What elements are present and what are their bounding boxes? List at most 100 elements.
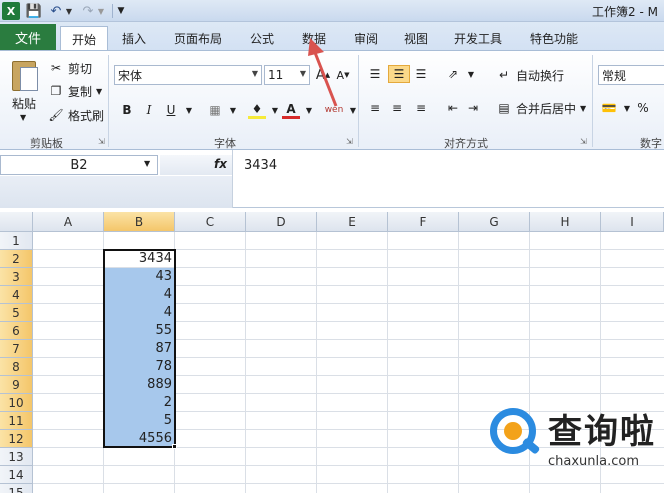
- watermark-url: chaxunla.com: [548, 454, 639, 469]
- alignment-group-label: 对齐方式: [444, 137, 488, 150]
- tab-review[interactable]: 审阅: [344, 26, 388, 50]
- currency-icon[interactable]: 💳: [600, 99, 618, 117]
- row-header-5[interactable]: 5: [0, 304, 33, 322]
- copy-button[interactable]: ❐ 复制 ▼: [48, 82, 103, 100]
- column-header-g[interactable]: G: [459, 212, 530, 232]
- row-header-11[interactable]: 11: [0, 412, 33, 430]
- logo-dot-icon: [504, 422, 522, 440]
- name-box-dropdown-icon[interactable]: ▼: [144, 159, 150, 168]
- column-header-i[interactable]: I: [601, 212, 664, 232]
- font-launcher-icon[interactable]: ⇲: [346, 137, 353, 146]
- undo-dropdown-icon[interactable]: ▼: [64, 2, 74, 20]
- clipboard-launcher-icon[interactable]: ⇲: [98, 137, 105, 146]
- fill-color-icon[interactable]: ♦: [248, 101, 266, 119]
- row-header-12[interactable]: 12: [0, 430, 33, 448]
- wrap-text-button[interactable]: ↵ 自动换行: [496, 66, 564, 84]
- undo-icon[interactable]: ↶: [48, 2, 64, 20]
- tab-formulas[interactable]: 公式: [240, 26, 284, 50]
- column-header-e[interactable]: E: [317, 212, 388, 232]
- row-header-3[interactable]: 3: [0, 268, 33, 286]
- selection-border: [103, 249, 176, 448]
- orientation-dropdown-icon[interactable]: ▼: [462, 65, 480, 83]
- name-box[interactable]: B2: [0, 155, 158, 175]
- paste-dropdown-icon[interactable]: ▼: [20, 113, 26, 122]
- border-icon[interactable]: ▦: [206, 101, 224, 119]
- formula-input[interactable]: 3434: [244, 158, 277, 173]
- tab-page-layout[interactable]: 页面布局: [166, 26, 230, 50]
- align-center-icon[interactable]: ≡: [388, 99, 406, 117]
- row-header-2[interactable]: 2: [0, 250, 33, 268]
- number-group-label: 数字: [640, 137, 662, 150]
- magnifier-handle-icon: [521, 437, 541, 455]
- row-header-10[interactable]: 10: [0, 394, 33, 412]
- grid-line: [387, 232, 388, 493]
- tab-insert[interactable]: 插入: [112, 26, 156, 50]
- tab-view[interactable]: 视图: [396, 26, 436, 50]
- grid-line: [316, 232, 317, 493]
- group-separator: [108, 55, 109, 147]
- column-header-h[interactable]: H: [530, 212, 601, 232]
- tab-developer[interactable]: 开发工具: [446, 26, 510, 50]
- align-bottom-icon[interactable]: ☰: [412, 65, 430, 83]
- column-header-f[interactable]: F: [388, 212, 459, 232]
- row-header-8[interactable]: 8: [0, 358, 33, 376]
- merge-center-label: 合并后居中: [516, 101, 577, 116]
- row-header-15[interactable]: 15: [0, 484, 33, 493]
- annotation-arrow-icon: [308, 38, 338, 107]
- select-all-corner[interactable]: [0, 212, 33, 232]
- format-painter-button[interactable]: 🖌 格式刷: [48, 106, 104, 124]
- row-header-4[interactable]: 4: [0, 286, 33, 304]
- bold-button[interactable]: B: [118, 101, 136, 119]
- wrap-text-icon: ↵: [498, 68, 510, 82]
- grid-line: [245, 232, 246, 493]
- underline-button[interactable]: U: [162, 101, 180, 119]
- row-header-9[interactable]: 9: [0, 376, 33, 394]
- tab-special-features[interactable]: 特色功能: [522, 26, 586, 50]
- copy-dropdown-icon[interactable]: ▼: [96, 87, 102, 96]
- align-left-icon[interactable]: ≡: [366, 99, 384, 117]
- row-header-14[interactable]: 14: [0, 466, 33, 484]
- merge-dropdown-icon[interactable]: ▼: [580, 104, 586, 113]
- font-size-value: 11: [268, 68, 284, 82]
- watermark-title: 查询啦: [548, 412, 656, 452]
- formula-bar: B2 ▼ fx 3434: [0, 150, 664, 208]
- font-color-button[interactable]: A: [282, 101, 300, 119]
- column-header-d[interactable]: D: [246, 212, 317, 232]
- fill-handle[interactable]: [172, 444, 177, 449]
- row-header-1[interactable]: 1: [0, 232, 33, 250]
- align-right-icon[interactable]: ≡: [412, 99, 430, 117]
- insert-function-button[interactable]: fx: [214, 157, 227, 171]
- paste-label[interactable]: 粘贴: [12, 95, 36, 112]
- align-middle-icon[interactable]: ☰: [388, 65, 410, 83]
- row-header-6[interactable]: 6: [0, 322, 33, 340]
- number-format-combo[interactable]: 常规: [598, 65, 664, 85]
- increase-indent-icon[interactable]: ⇥: [464, 99, 482, 117]
- redo-dropdown-icon[interactable]: ▼: [96, 2, 106, 20]
- row-header-13[interactable]: 13: [0, 448, 33, 466]
- border-dropdown-icon[interactable]: ▼: [224, 101, 242, 119]
- row-header-7[interactable]: 7: [0, 340, 33, 358]
- cut-button[interactable]: ✂ 剪切: [48, 59, 92, 77]
- orientation-icon[interactable]: ⇗: [444, 65, 462, 83]
- column-header-a[interactable]: A: [33, 212, 104, 232]
- merge-center-button[interactable]: ▤ 合并后居中 ▼: [496, 99, 586, 117]
- alignment-launcher-icon[interactable]: ⇲: [580, 137, 587, 146]
- percent-button[interactable]: %: [634, 99, 652, 117]
- excel-logo-icon[interactable]: X: [2, 2, 20, 20]
- tab-file[interactable]: 文件: [0, 24, 56, 50]
- customize-quick-access-icon[interactable]: ▼: [116, 2, 126, 20]
- paste-button[interactable]: [8, 57, 40, 93]
- redo-icon[interactable]: ↷: [80, 2, 96, 20]
- column-header-c[interactable]: C: [175, 212, 246, 232]
- column-header-b[interactable]: B: [104, 212, 175, 232]
- font-name-combo[interactable]: 宋体 ▼: [114, 65, 262, 85]
- merge-icon: ▤: [498, 101, 510, 115]
- save-icon[interactable]: 💾: [26, 2, 42, 20]
- underline-dropdown-icon[interactable]: ▼: [180, 101, 198, 119]
- cut-label: 剪切: [68, 61, 93, 76]
- tab-home[interactable]: 开始: [60, 26, 108, 51]
- italic-button[interactable]: I: [140, 101, 158, 119]
- align-top-icon[interactable]: ☰: [366, 65, 384, 83]
- decrease-indent-icon[interactable]: ⇤: [444, 99, 462, 117]
- group-separator: [592, 55, 593, 147]
